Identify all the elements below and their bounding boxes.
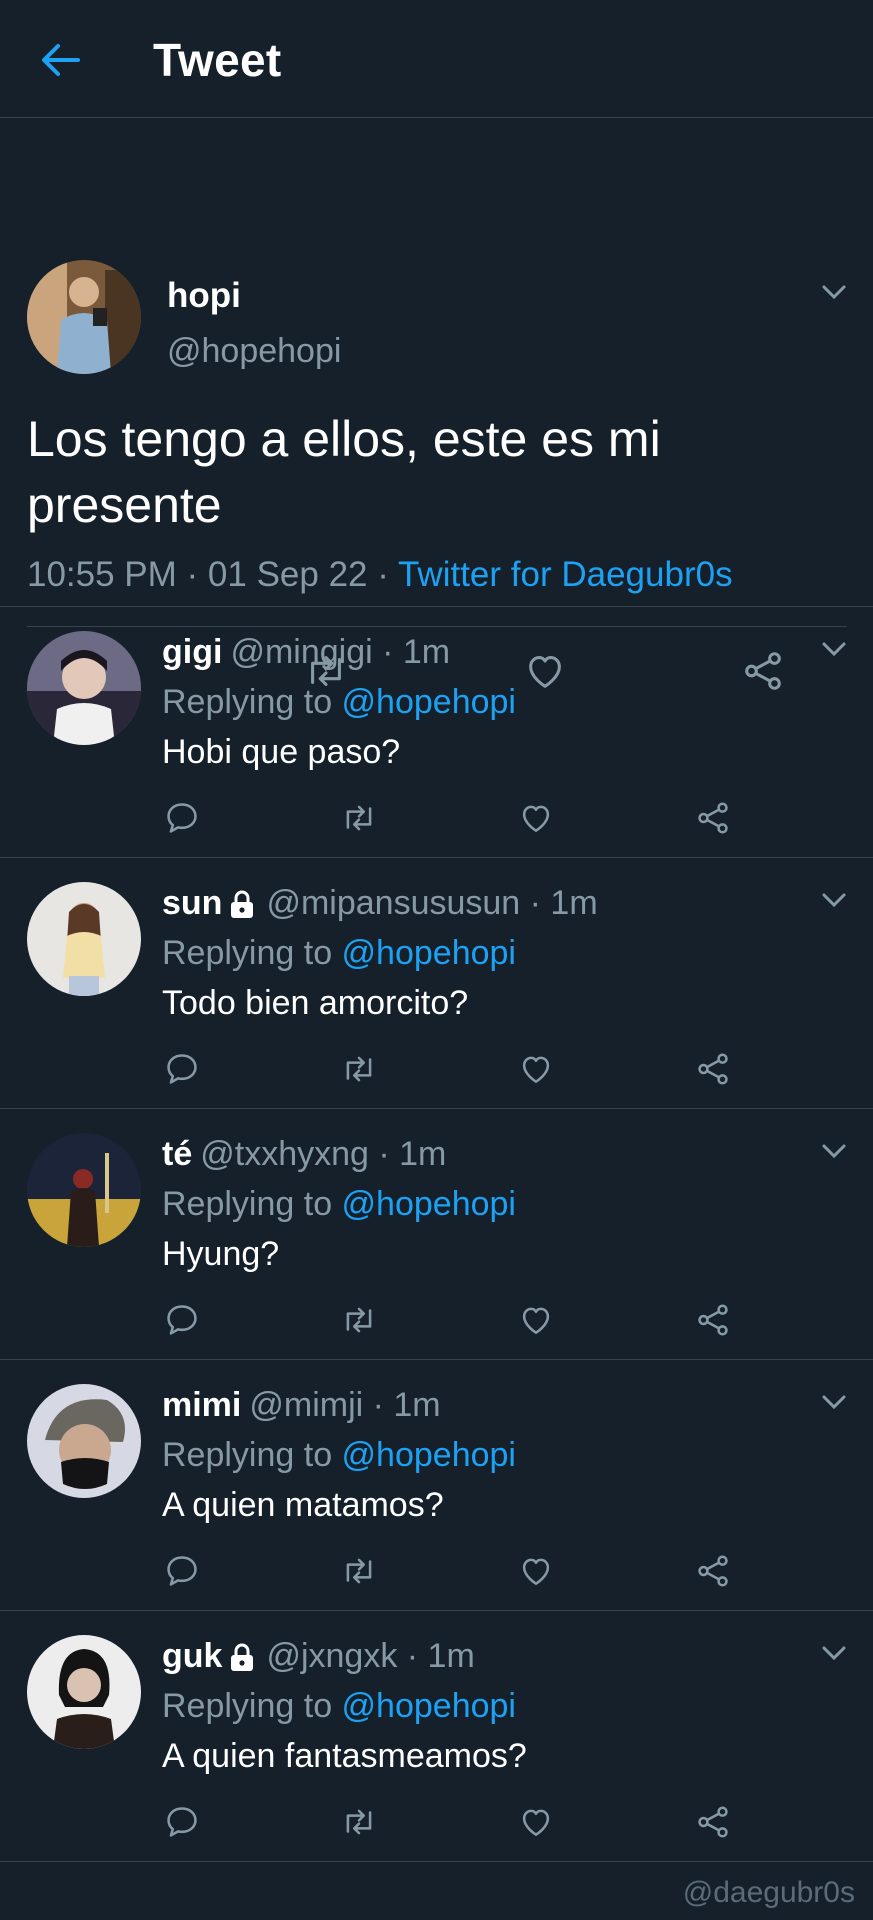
like-icon[interactable] — [517, 1301, 555, 1339]
like-icon[interactable] — [517, 799, 555, 837]
reply-author-handle[interactable]: @mipansususun · 1m — [266, 884, 597, 923]
reply-author-handle[interactable]: @jxngxk · 1m — [266, 1637, 474, 1676]
reply-actions — [0, 799, 873, 839]
reply-text: Hyung? — [162, 1235, 280, 1273]
mention-link[interactable]: @hopehopi — [342, 1687, 516, 1725]
mention-link[interactable]: @hopehopi — [342, 683, 516, 721]
reply-actions — [0, 1301, 873, 1341]
replying-to: Replying to @hopehopi — [162, 683, 516, 722]
lock-icon — [231, 890, 254, 918]
like-icon[interactable] — [517, 1050, 555, 1088]
replying-to-label: Replying to — [162, 1687, 342, 1725]
reply-icon[interactable] — [163, 799, 201, 837]
share-icon[interactable] — [694, 1552, 732, 1590]
reply-text: Hobi que paso? — [162, 733, 401, 771]
reply-tweet[interactable]: sun @mipansususun · 1m Replying to @hope… — [0, 858, 873, 1109]
reply-actions — [0, 1050, 873, 1090]
avatar[interactable] — [27, 631, 141, 745]
author-name[interactable]: hopi — [167, 276, 241, 316]
mention-link[interactable]: @hopehopi — [342, 1436, 516, 1474]
like-icon[interactable] — [517, 1803, 555, 1841]
author-handle[interactable]: @hopehopi — [167, 332, 341, 371]
mention-link[interactable]: @hopehopi — [342, 1185, 516, 1223]
chevron-down-icon[interactable] — [821, 1143, 847, 1159]
reply-author-handle[interactable]: @mingigi · 1m — [230, 633, 450, 672]
reply-tweet[interactable]: guk @jxngxk · 1m Replying to @hopehopi A… — [0, 1611, 873, 1862]
reply-text: A quien matamos? — [162, 1486, 444, 1524]
reply-text: Todo bien amorcito? — [162, 984, 469, 1022]
chevron-down-icon[interactable] — [821, 1394, 847, 1410]
share-icon[interactable] — [694, 1050, 732, 1088]
reply-author-name[interactable]: té — [162, 1135, 192, 1174]
reply-tweet[interactable]: mimi @mimji · 1m Replying to @hopehopi A… — [0, 1360, 873, 1611]
reply-header: sun @mipansususun · 1m — [162, 884, 598, 923]
lock-icon — [231, 1643, 254, 1671]
replying-to-label: Replying to — [162, 1436, 342, 1474]
replying-to-label: Replying to — [162, 934, 342, 972]
reply-text: A quien fantasmeamos? — [162, 1737, 527, 1775]
reply-author-name[interactable]: guk — [162, 1637, 222, 1676]
avatar[interactable] — [27, 1384, 141, 1498]
retweet-icon[interactable] — [340, 1301, 378, 1339]
reply-author-handle[interactable]: @txxhyxng · 1m — [200, 1135, 446, 1174]
reply-tweet[interactable]: té @txxhyxng · 1m Replying to @hopehopi … — [0, 1109, 873, 1360]
retweet-icon[interactable] — [340, 1050, 378, 1088]
retweet-icon[interactable] — [340, 1803, 378, 1841]
like-icon[interactable] — [517, 1552, 555, 1590]
share-icon[interactable] — [694, 1301, 732, 1339]
reply-author-name[interactable]: mimi — [162, 1386, 241, 1425]
top-bar: Tweet — [0, 0, 873, 118]
share-icon[interactable] — [694, 1803, 732, 1841]
avatar[interactable] — [27, 1635, 141, 1749]
avatar[interactable] — [27, 260, 141, 374]
reply-icon[interactable] — [163, 1803, 201, 1841]
reply-actions — [0, 1803, 873, 1843]
replying-to-label: Replying to — [162, 1185, 342, 1223]
reply-actions — [0, 1552, 873, 1592]
reply-icon[interactable] — [163, 1050, 201, 1088]
replying-to: Replying to @hopehopi — [162, 1687, 516, 1726]
reply-header: té @txxhyxng · 1m — [162, 1135, 446, 1174]
reply-author-name[interactable]: gigi — [162, 633, 222, 672]
retweet-icon[interactable] — [340, 1552, 378, 1590]
reply-header: gigi @mingigi · 1m — [162, 633, 450, 672]
tweet-time: 10:55 PM · 01 Sep 22 · — [27, 555, 398, 594]
share-icon[interactable] — [694, 799, 732, 837]
chevron-down-icon[interactable] — [821, 641, 847, 657]
main-tweet: hopi @hopehopi Los tengo a ellos, este e… — [0, 118, 873, 690]
reply-tweet[interactable]: gigi @mingigi · 1m Replying to @hopehopi… — [0, 607, 873, 858]
mention-link[interactable]: @hopehopi — [342, 934, 516, 972]
chevron-down-icon[interactable] — [821, 1645, 847, 1661]
reply-author-handle[interactable]: @mimji · 1m — [249, 1386, 440, 1425]
chevron-down-icon[interactable] — [821, 892, 847, 908]
tweet-text: Los tengo a ellos, este es mi presente — [27, 411, 661, 533]
retweet-icon[interactable] — [340, 799, 378, 837]
tweet-source[interactable]: Twitter for Daegubr0s — [398, 555, 733, 594]
replying-to: Replying to @hopehopi — [162, 934, 516, 973]
replying-to: Replying to @hopehopi — [162, 1185, 516, 1224]
back-arrow-icon[interactable] — [38, 38, 82, 82]
chevron-down-icon[interactable] — [821, 284, 847, 300]
page-title: Tweet — [153, 34, 282, 86]
avatar[interactable] — [27, 1133, 141, 1247]
replying-to-label: Replying to — [162, 683, 342, 721]
reply-icon[interactable] — [163, 1301, 201, 1339]
reply-author-name[interactable]: sun — [162, 884, 222, 923]
reply-header: guk @jxngxk · 1m — [162, 1637, 475, 1676]
reply-icon[interactable] — [163, 1552, 201, 1590]
replying-to: Replying to @hopehopi — [162, 1436, 516, 1475]
avatar[interactable] — [27, 882, 141, 996]
reply-header: mimi @mimji · 1m — [162, 1386, 441, 1425]
tweet-meta: 10:55 PM · 01 Sep 22 · Twitter for Daegu… — [27, 555, 733, 595]
watermark: @daegubr0s — [682, 1876, 855, 1909]
